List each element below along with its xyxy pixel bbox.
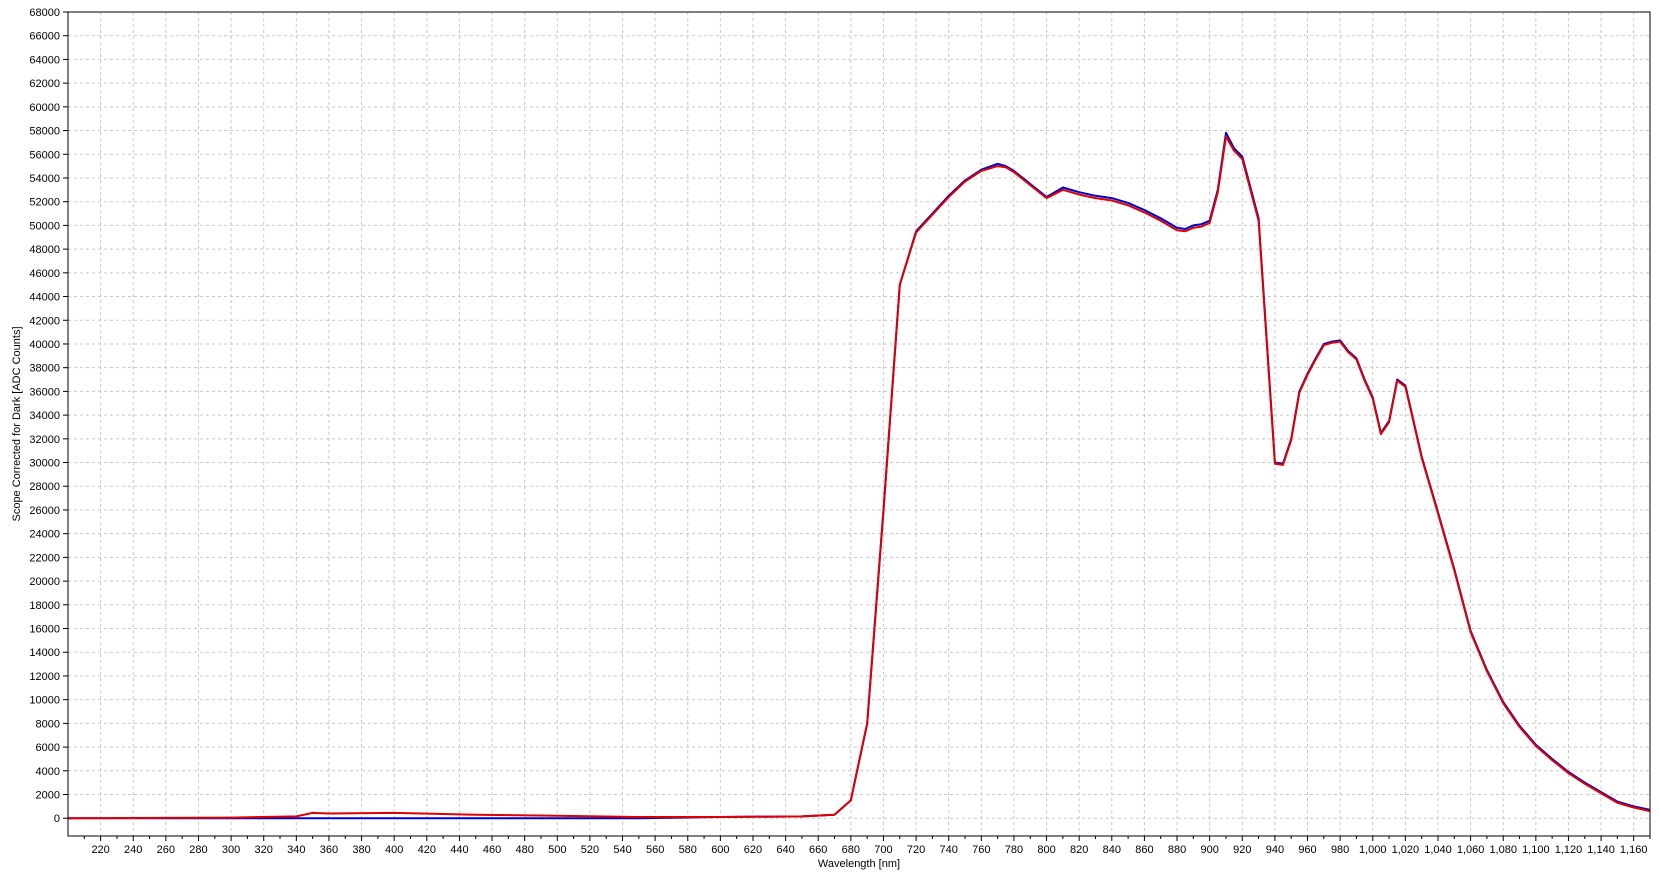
y-tick-label: 50000 (29, 220, 60, 232)
x-tick-label: 500 (548, 844, 566, 856)
y-tick-label: 10000 (29, 695, 60, 707)
x-tick-label: 380 (352, 844, 370, 856)
x-tick-label: 1,000 (1359, 844, 1387, 856)
x-tick-label: 900 (1200, 844, 1218, 856)
x-tick-label: 620 (744, 844, 762, 856)
y-tick-label: 54000 (29, 173, 60, 185)
x-tick-label: 340 (287, 844, 305, 856)
y-tick-label: 48000 (29, 244, 60, 256)
x-tick-label: 1,120 (1555, 844, 1583, 856)
x-tick-label: 460 (483, 844, 501, 856)
x-tick-label: 240 (124, 844, 142, 856)
x-tick-label: 1,140 (1587, 844, 1615, 856)
y-tick-label: 20000 (29, 576, 60, 588)
x-tick-label: 320 (255, 844, 273, 856)
x-tick-label: 1,060 (1457, 844, 1485, 856)
y-tick-label: 14000 (29, 647, 60, 659)
x-tick-label: 920 (1233, 844, 1251, 856)
y-tick-label: 12000 (29, 671, 60, 683)
y-tick-label: 0 (54, 813, 60, 825)
x-tick-label: 840 (1103, 844, 1121, 856)
y-tick-label: 44000 (29, 292, 60, 304)
x-tick-label: 600 (711, 844, 729, 856)
y-axis-title: Scope Corrected for Dark [ADC Counts] (11, 326, 23, 521)
x-tick-label: 720 (907, 844, 925, 856)
y-tick-label: 68000 (29, 7, 60, 19)
y-tick-label: 26000 (29, 505, 60, 517)
y-tick-label: 42000 (29, 315, 60, 327)
y-tick-label: 6000 (36, 742, 60, 754)
y-tick-label: 36000 (29, 386, 60, 398)
x-tick-label: 520 (581, 844, 599, 856)
y-tick-label: 64000 (29, 54, 60, 66)
x-tick-label: 480 (515, 844, 533, 856)
x-tick-label: 580 (679, 844, 697, 856)
x-tick-label: 1,040 (1424, 844, 1452, 856)
x-tick-label: 960 (1298, 844, 1316, 856)
x-tick-label: 360 (320, 844, 338, 856)
x-tick-label: 540 (613, 844, 631, 856)
x-tick-label: 280 (189, 844, 207, 856)
x-tick-label: 1,080 (1489, 844, 1517, 856)
x-tick-label: 640 (776, 844, 794, 856)
y-tick-label: 24000 (29, 529, 60, 541)
y-tick-label: 60000 (29, 102, 60, 114)
y-tick-label: 8000 (36, 718, 60, 730)
x-tick-label: 860 (1135, 844, 1153, 856)
y-tick-label: 4000 (36, 766, 60, 778)
x-tick-label: 820 (1070, 844, 1088, 856)
x-tick-label: 260 (157, 844, 175, 856)
y-tick-label: 56000 (29, 149, 60, 161)
x-tick-label: 780 (1005, 844, 1023, 856)
x-tick-label: 220 (91, 844, 109, 856)
x-tick-label: 660 (809, 844, 827, 856)
x-tick-label: 1,020 (1392, 844, 1420, 856)
y-tick-label: 46000 (29, 268, 60, 280)
x-tick-label: 940 (1266, 844, 1284, 856)
x-axis-title: Wavelength [nm] (818, 858, 900, 870)
y-tick-label: 16000 (29, 624, 60, 636)
chart-background (0, 0, 1659, 874)
y-tick-label: 28000 (29, 481, 60, 493)
x-tick-label: 420 (418, 844, 436, 856)
x-tick-label: 1,160 (1620, 844, 1648, 856)
y-tick-label: 34000 (29, 410, 60, 422)
y-tick-label: 40000 (29, 339, 60, 351)
spectrum-chart: 220 240 260 280 300 320 340 360 380 400 420 440 460 4… (0, 0, 1659, 874)
y-tick-label: 58000 (29, 126, 60, 138)
y-tick-label: 18000 (29, 600, 60, 612)
x-tick-label: 560 (646, 844, 664, 856)
x-tick-label: 980 (1331, 844, 1349, 856)
y-tick-label: 2000 (36, 790, 60, 802)
x-tick-label: 760 (972, 844, 990, 856)
x-tick-label: 680 (842, 844, 860, 856)
x-tick-label: 800 (1037, 844, 1055, 856)
x-tick-label: 300 (222, 844, 240, 856)
y-tick-label: 22000 (29, 552, 60, 564)
x-tick-label: 700 (874, 844, 892, 856)
y-tick-label: 30000 (29, 458, 60, 470)
y-tick-label: 66000 (29, 31, 60, 43)
y-tick-label: 38000 (29, 363, 60, 375)
y-tick-label: 52000 (29, 197, 60, 209)
y-tick-label: 32000 (29, 434, 60, 446)
x-tick-label: 400 (385, 844, 403, 856)
x-tick-label: 440 (450, 844, 468, 856)
x-tick-label: 1,100 (1522, 844, 1550, 856)
x-tick-label: 740 (940, 844, 958, 856)
x-tick-label: 880 (1168, 844, 1186, 856)
y-tick-label: 62000 (29, 78, 60, 90)
